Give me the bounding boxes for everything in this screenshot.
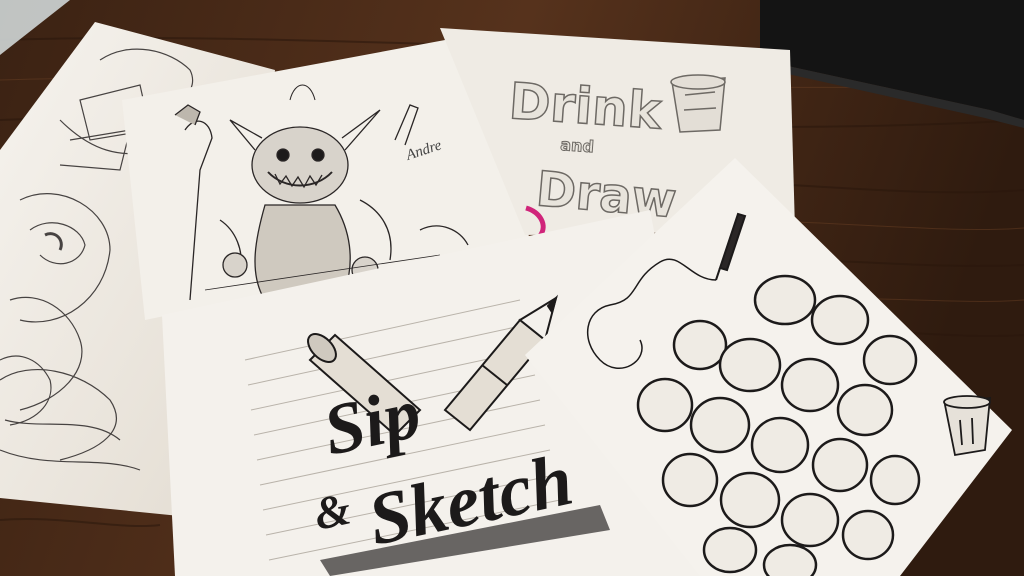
and-lettering: and bbox=[560, 135, 595, 156]
drink-lettering: Drink bbox=[507, 72, 665, 141]
glass-doodle-icon bbox=[670, 74, 726, 133]
photo-scene: Andre Drink and Draw Sip & Sketch bbox=[0, 0, 1024, 576]
